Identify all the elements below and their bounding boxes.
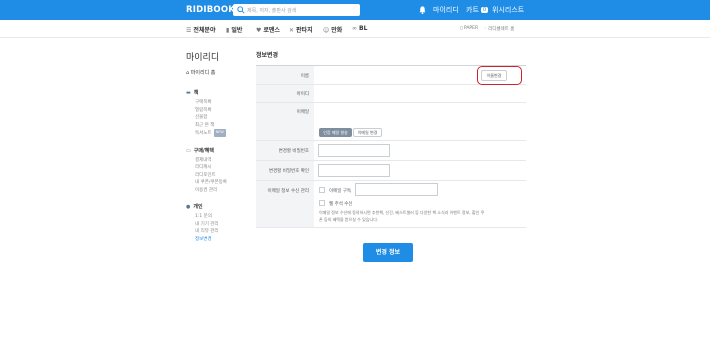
sidebar-item-gifts[interactable]: 선물함 bbox=[186, 114, 246, 122]
confirm-password-input[interactable] bbox=[318, 164, 390, 177]
top-navigation-bar: RIDIBOOKS 제목, 저자, 출판사 검색 마이리디 카트 0 위시리스트 bbox=[0, 0, 710, 20]
email-subscribe-label: 이메일 구독 bbox=[329, 189, 352, 194]
search-input[interactable]: 제목, 저자, 출판사 검색 bbox=[233, 4, 360, 16]
sidebar-group-account: ● 개인 1:1 문의 내 기기 관리 내 리뷰 관리 정보변경 bbox=[186, 203, 246, 243]
id-row: 아이디 bbox=[256, 85, 526, 103]
books-icon: ▬ bbox=[186, 90, 191, 96]
paper-link[interactable]: ▯ PAPER bbox=[460, 26, 478, 31]
sidebar-item-reading-notes[interactable]: 독서노트 NEW bbox=[186, 129, 246, 138]
cart-label: 카트 bbox=[466, 6, 479, 14]
bell-icon[interactable] bbox=[418, 5, 427, 15]
sidebar-item-info-change[interactable]: 정보변경 bbox=[186, 236, 246, 244]
sidebar-item-devices[interactable]: 내 기기 관리 bbox=[186, 221, 246, 229]
email-label-cell: 이메일 bbox=[256, 103, 314, 140]
sidebar-title: 마이리디 bbox=[186, 53, 220, 63]
id-label-cell: 아이디 bbox=[256, 85, 314, 102]
category-bl[interactable]: ∞ BL bbox=[352, 25, 367, 32]
email-change-button[interactable]: 이메일 변경 bbox=[353, 128, 382, 137]
cart-count-badge: 0 bbox=[480, 7, 489, 13]
sidebar-item-purchases[interactable]: 구매목록 bbox=[186, 99, 246, 107]
comic-icon: ☺ bbox=[323, 27, 330, 34]
ridi-select-link[interactable]: ◦ 리디셀렉트 홈 bbox=[484, 26, 514, 32]
confirm-password-label: 변경할 비밀번호 확인 bbox=[268, 169, 309, 174]
sidebar-item-reading[interactable]: 열람목록 bbox=[186, 107, 246, 115]
search-icon bbox=[237, 6, 245, 14]
sidebar-item-ridi-point[interactable]: 리디포인트 bbox=[186, 172, 246, 180]
card-icon: ▭ bbox=[186, 147, 191, 154]
swords-icon: ✕ bbox=[289, 27, 295, 34]
sidebar-item-payments[interactable]: 결제내역 bbox=[186, 157, 246, 165]
category-romance[interactable]: ♥ 로맨스 bbox=[256, 25, 280, 34]
sidebar-item-coupons[interactable]: 내 쿠폰/쿠폰등록 bbox=[186, 179, 246, 187]
new-password-label-cell: 변경할 비밀번호 bbox=[256, 141, 314, 160]
category-bar: ☰ 전체분야 ▮ 일반 ♥ 로맨스 ✕ 판타지 ☺ 만화 ∞ BL ▯ PAPER ◦ 리디… bbox=[0, 20, 710, 38]
my-ridi-link[interactable]: 마이리디 bbox=[433, 5, 459, 15]
email-label: 이메일 bbox=[296, 110, 309, 115]
email-description-line-1: 이메일 정보 수신에 동의하시면 추천책, 신간, 베스트셀러 등 다양한 책 … bbox=[319, 210, 485, 215]
confirm-password-row: 변경할 비밀번호 확인 bbox=[256, 161, 526, 181]
email-subscribe-input[interactable] bbox=[355, 183, 438, 196]
mail-read-label: 웹 주석 수신 bbox=[329, 202, 353, 207]
highlight-annotation bbox=[477, 66, 522, 85]
info-change-form: 이름 이름변경 아이디 이메일 인증 메일 발송 이메일 변경 변경할 비밀번호… bbox=[256, 65, 526, 228]
id-label: 아이디 bbox=[296, 92, 309, 97]
send-auth-email-button[interactable]: 인증 메일 발송 bbox=[319, 128, 352, 137]
email-row: 이메일 인증 메일 발송 이메일 변경 bbox=[256, 103, 526, 141]
confirm-password-label-cell: 변경할 비밀번호 확인 bbox=[256, 161, 314, 180]
new-password-row: 변경할 비밀번호 bbox=[256, 141, 526, 161]
email-description-line-2: 폰 등의 혜택을 받으실 수 있습니다. bbox=[319, 217, 379, 222]
sidebar-item-ridi-cash[interactable]: 리디캐시 bbox=[186, 164, 246, 172]
sidebar-section-books: ▬ 책 bbox=[186, 90, 199, 96]
new-password-label: 변경할 비밀번호 bbox=[278, 149, 309, 154]
mail-read-checkbox[interactable] bbox=[319, 200, 325, 206]
sidebar-group-purchase: ▭ 구매/혜택 결제내역 리디캐시 리디포인트 내 쿠폰/쿠폰등록 이용권 관리 bbox=[186, 147, 246, 195]
sidebar-item-recent[interactable]: 최근 본 책 bbox=[186, 122, 246, 130]
email-preference-label-cell: 이메일 정보 수신 관리 bbox=[256, 181, 314, 227]
email-subscribe-checkbox[interactable] bbox=[319, 187, 325, 193]
person-icon: ● bbox=[186, 204, 191, 210]
sidebar-item-home[interactable]: ⌂ 마이리디 홈 bbox=[186, 69, 246, 76]
cart-link[interactable]: 카트 0 bbox=[466, 5, 489, 15]
sidebar-item-inquiry[interactable]: 1:1 문의 bbox=[186, 213, 246, 221]
heart-icon: ♥ bbox=[256, 27, 262, 34]
category-all[interactable]: ☰ 전체분야 bbox=[186, 25, 215, 34]
category-general[interactable]: ▮ 일반 bbox=[226, 25, 242, 34]
sidebar-section-purchase: ▭ 구매/혜택 bbox=[186, 147, 214, 154]
category-comic[interactable]: ☺ 만화 bbox=[323, 25, 342, 34]
submit-button[interactable]: 변경 정보 bbox=[363, 243, 413, 262]
wishlist-link[interactable]: 위시리스트 bbox=[492, 5, 524, 15]
category-fantasy[interactable]: ✕ 판타지 bbox=[289, 25, 313, 34]
my-ridi-sidebar: 마이리디 ⌂ 마이리디 홈 ▬ 책 구매목록 열람목록 선물함 최근 본 책 독서… bbox=[186, 50, 246, 252]
menu-icon: ☰ bbox=[186, 27, 192, 34]
email-preference-row: 이메일 정보 수신 관리 이메일 구독 웹 주석 수신 이메일 정보 수신에 동… bbox=[256, 181, 526, 228]
page-title: 정보변경 bbox=[256, 52, 279, 59]
sidebar-section-account: ● 개인 bbox=[186, 204, 203, 210]
new-password-input[interactable] bbox=[318, 144, 390, 157]
email-preference-label: 이메일 정보 수신 관리 bbox=[267, 189, 309, 194]
sidebar-group-books: ▬ 책 구매목록 열람목록 선물함 최근 본 책 독서노트 NEW bbox=[186, 89, 246, 138]
name-label-cell: 이름 bbox=[256, 66, 314, 84]
search-placeholder: 제목, 저자, 출판사 검색 bbox=[247, 8, 297, 14]
bl-icon: ∞ bbox=[352, 25, 357, 32]
new-badge: NEW bbox=[213, 129, 226, 137]
name-label: 이름 bbox=[300, 74, 309, 79]
sidebar-item-reviews[interactable]: 내 리뷰 관리 bbox=[186, 228, 246, 236]
book-icon: ▮ bbox=[226, 27, 230, 34]
sidebar-item-passes[interactable]: 이용권 관리 bbox=[186, 187, 246, 195]
